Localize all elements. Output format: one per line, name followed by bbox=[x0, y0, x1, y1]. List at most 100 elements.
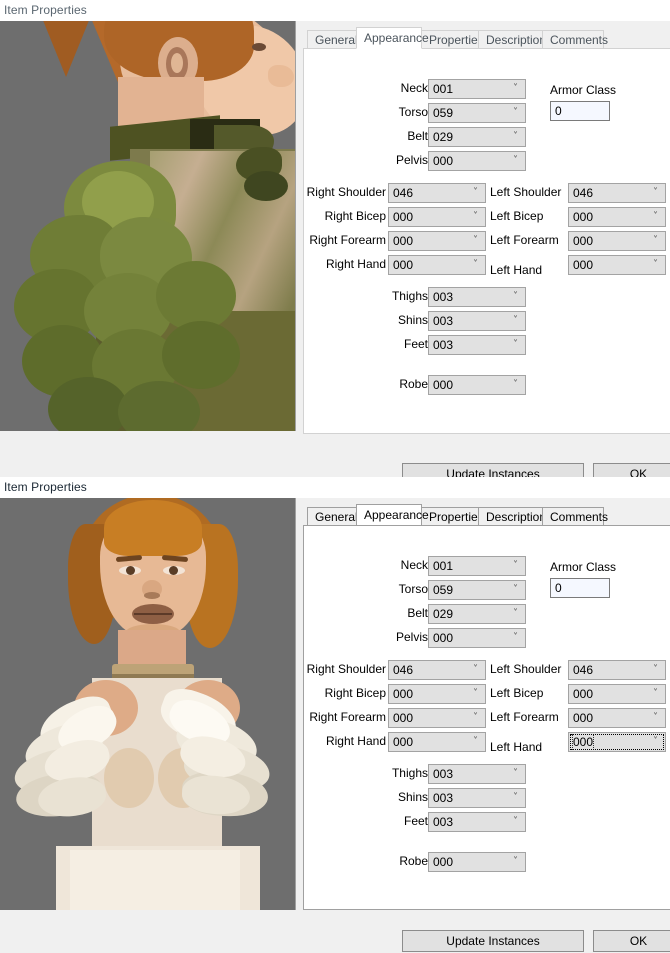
combo-left-forearm[interactable]: 000 ˅ bbox=[568, 231, 666, 251]
update-instances-button[interactable]: Update Instances bbox=[402, 930, 584, 952]
label-thighs: Thighs bbox=[391, 289, 428, 303]
tab-properties[interactable]: Properties bbox=[421, 507, 484, 525]
combo-right-forearm[interactable]: 000 ˅ bbox=[388, 231, 486, 251]
combo-left-hand[interactable]: 000 ˅ bbox=[568, 255, 666, 275]
combo-left-shoulder-value: 046 bbox=[573, 186, 594, 200]
combo-torso[interactable]: 059 ˅ bbox=[428, 580, 526, 600]
combo-left-shoulder[interactable]: 046 ˅ bbox=[568, 660, 666, 680]
combo-left-bicep-value: 000 bbox=[573, 210, 594, 224]
chevron-down-icon: ˅ bbox=[473, 259, 478, 270]
label-right-bicep: Right Bicep bbox=[324, 209, 386, 223]
combo-shins[interactable]: 003 ˅ bbox=[428, 311, 526, 331]
combo-torso[interactable]: 059 ˅ bbox=[428, 103, 526, 123]
combo-right-bicep[interactable]: 000 ˅ bbox=[388, 684, 486, 704]
label-armor-class: Armor Class bbox=[550, 560, 617, 574]
combo-belt[interactable]: 029 ˅ bbox=[428, 604, 526, 624]
combo-right-hand[interactable]: 000 ˅ bbox=[388, 255, 486, 275]
combo-feet[interactable]: 003 ˅ bbox=[428, 335, 526, 355]
chevron-down-icon: ˅ bbox=[513, 792, 518, 803]
combo-pelvis-value: 000 bbox=[433, 631, 454, 645]
label-robe: Robe bbox=[399, 854, 428, 868]
combo-shins[interactable]: 003 ˅ bbox=[428, 788, 526, 808]
combo-neck[interactable]: 001 ˅ bbox=[428, 556, 526, 576]
model-preview-viewport-top[interactable] bbox=[0, 21, 296, 431]
combo-feet[interactable]: 003 ˅ bbox=[428, 812, 526, 832]
titlebar-bottom[interactable]: Item Properties bbox=[0, 477, 670, 498]
combo-thighs[interactable]: 003 ˅ bbox=[428, 764, 526, 784]
chevron-down-icon: ˅ bbox=[473, 664, 478, 675]
client-area-top: General Appearance Properties Descriptio… bbox=[0, 21, 670, 477]
chevron-down-icon: ˅ bbox=[473, 211, 478, 222]
label-left-hand: Left Hand bbox=[490, 263, 543, 277]
combo-left-hand[interactable]: 000 ˅ bbox=[568, 732, 666, 752]
chevron-down-icon: ˅ bbox=[473, 187, 478, 198]
combo-left-forearm-value: 000 bbox=[573, 711, 594, 725]
tab-general[interactable]: General bbox=[307, 507, 358, 525]
label-right-hand: Right Hand bbox=[325, 257, 386, 271]
titlebar-top[interactable]: Item Properties bbox=[0, 0, 670, 21]
tab-comments[interactable]: Comments bbox=[542, 507, 608, 525]
window-title: Item Properties bbox=[4, 3, 87, 17]
chevron-down-icon: ˅ bbox=[513, 379, 518, 390]
tab-description[interactable]: Description bbox=[478, 507, 546, 525]
appearance-tabcontrol-top: General Appearance Properties Descriptio… bbox=[303, 27, 670, 434]
combo-left-forearm[interactable]: 000 ˅ bbox=[568, 708, 666, 728]
label-right-bicep: Right Bicep bbox=[324, 686, 386, 700]
combo-pelvis[interactable]: 000 ˅ bbox=[428, 151, 526, 171]
chevron-down-icon: ˅ bbox=[653, 664, 658, 675]
combo-pelvis[interactable]: 000 ˅ bbox=[428, 628, 526, 648]
combo-thighs[interactable]: 003 ˅ bbox=[428, 287, 526, 307]
combo-right-bicep[interactable]: 000 ˅ bbox=[388, 207, 486, 227]
combo-thighs-value: 003 bbox=[433, 767, 454, 781]
tabstrip-top: General Appearance Properties Descriptio… bbox=[303, 27, 670, 49]
tab-comments[interactable]: Comments bbox=[542, 30, 608, 48]
combo-shins-value: 003 bbox=[433, 314, 454, 328]
chevron-down-icon: ˅ bbox=[513, 608, 518, 619]
label-left-shoulder: Left Shoulder bbox=[490, 662, 562, 676]
combo-robe[interactable]: 000 ˅ bbox=[428, 852, 526, 872]
chevron-down-icon: ˅ bbox=[513, 856, 518, 867]
combo-left-shoulder[interactable]: 046 ˅ bbox=[568, 183, 666, 203]
model-preview-viewport-bottom[interactable] bbox=[0, 498, 296, 910]
tab-description[interactable]: Description bbox=[478, 30, 546, 48]
combo-belt[interactable]: 029 ˅ bbox=[428, 127, 526, 147]
label-pelvis: Pelvis bbox=[395, 153, 428, 167]
combo-neck[interactable]: 001 ˅ bbox=[428, 79, 526, 99]
combo-robe-value: 000 bbox=[433, 855, 454, 869]
label-feet: Feet bbox=[403, 814, 428, 828]
tab-general[interactable]: General bbox=[307, 30, 358, 48]
combo-right-hand-value: 000 bbox=[393, 735, 414, 749]
appearance-panel-top: Neck 001 ˅ Torso 059 ˅ Belt 029 ˅ Pelvis 00… bbox=[303, 48, 670, 434]
label-feet: Feet bbox=[403, 337, 428, 351]
item-properties-window-top[interactable]: Item Properties General Appearance Prope… bbox=[0, 0, 670, 477]
tab-appearance[interactable]: Appearance bbox=[356, 27, 429, 49]
combo-right-forearm[interactable]: 000 ˅ bbox=[388, 708, 486, 728]
tab-appearance[interactable]: Appearance bbox=[356, 504, 429, 526]
chevron-down-icon: ˅ bbox=[653, 235, 658, 246]
chevron-down-icon: ˅ bbox=[513, 315, 518, 326]
combo-right-forearm-value: 000 bbox=[393, 711, 414, 725]
update-instances-button[interactable]: Update Instances bbox=[402, 463, 584, 477]
chevron-down-icon: ˅ bbox=[653, 712, 658, 723]
armor-class-input[interactable]: 0 bbox=[550, 578, 610, 598]
label-left-hand: Left Hand bbox=[490, 740, 543, 754]
combo-left-bicep[interactable]: 000 ˅ bbox=[568, 684, 666, 704]
chevron-down-icon: ˅ bbox=[513, 560, 518, 571]
ok-button[interactable]: OK bbox=[593, 463, 670, 477]
combo-thighs-value: 003 bbox=[433, 290, 454, 304]
tab-properties[interactable]: Properties bbox=[421, 30, 484, 48]
label-pelvis: Pelvis bbox=[395, 630, 428, 644]
combo-robe-value: 000 bbox=[433, 378, 454, 392]
combo-robe[interactable]: 000 ˅ bbox=[428, 375, 526, 395]
label-left-forearm: Left Forearm bbox=[490, 233, 559, 247]
item-properties-window-bottom[interactable]: Item Properties General Appearance Prope… bbox=[0, 477, 670, 953]
combo-left-bicep[interactable]: 000 ˅ bbox=[568, 207, 666, 227]
tabstrip-bottom: General Appearance Properties Descriptio… bbox=[303, 504, 670, 526]
combo-right-forearm-value: 000 bbox=[393, 234, 414, 248]
combo-right-hand[interactable]: 000 ˅ bbox=[388, 732, 486, 752]
armor-class-input[interactable]: 0 bbox=[550, 101, 610, 121]
combo-right-shoulder[interactable]: 046 ˅ bbox=[388, 183, 486, 203]
ok-button[interactable]: OK bbox=[593, 930, 670, 952]
combo-right-bicep-value: 000 bbox=[393, 687, 414, 701]
combo-right-shoulder[interactable]: 046 ˅ bbox=[388, 660, 486, 680]
